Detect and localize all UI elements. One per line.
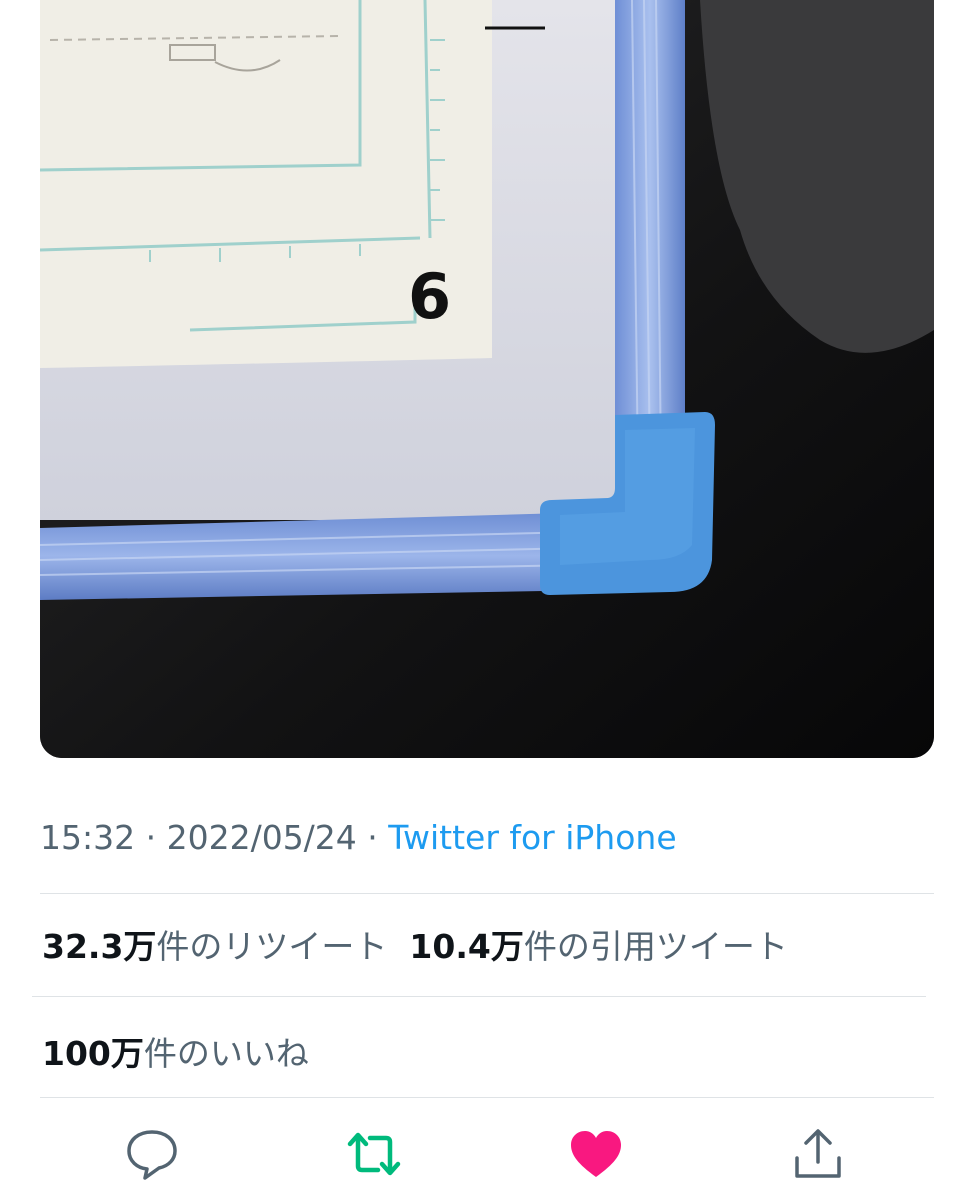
speech-bubble-icon bbox=[127, 1130, 177, 1180]
share-button[interactable] bbox=[788, 1124, 848, 1184]
tweet-source-link[interactable]: Twitter for iPhone bbox=[388, 818, 676, 857]
whiteboard-photo: 6 bbox=[40, 0, 934, 758]
divider bbox=[40, 1097, 934, 1098]
retweet-button[interactable] bbox=[344, 1124, 404, 1184]
likes-label: 件のいいね bbox=[143, 1034, 309, 1073]
quotes-label: 件の引用ツイート bbox=[523, 927, 788, 966]
share-upload-icon bbox=[795, 1129, 841, 1178]
retweet-arrows-icon bbox=[347, 1132, 401, 1176]
tweet-timestamp: 15:32 · 2022/05/24 · Twitter for iPhone bbox=[40, 818, 677, 857]
retweets-label: 件のリツイート bbox=[156, 927, 388, 966]
quotes-count-link[interactable]: 10.4万件の引用ツイート bbox=[409, 927, 787, 966]
separator: · bbox=[135, 818, 167, 857]
retweets-count-link[interactable]: 32.3万件のリツイート bbox=[42, 927, 387, 966]
tweet-date[interactable]: 2022/05/24 bbox=[167, 818, 357, 857]
divider bbox=[40, 893, 934, 894]
quotes-count: 10.4万 bbox=[409, 927, 524, 966]
heart-icon bbox=[571, 1131, 621, 1177]
likes-count-link[interactable]: 100万件のいいね bbox=[42, 1027, 309, 1075]
reply-button[interactable] bbox=[122, 1124, 182, 1184]
divider bbox=[32, 996, 926, 997]
separator: · bbox=[356, 818, 389, 857]
retweets-count: 32.3万 bbox=[42, 927, 157, 966]
likes-count: 100万 bbox=[42, 1034, 144, 1073]
engagement-stats: 32.3万件のリツイート 10.4万件の引用ツイート bbox=[42, 920, 788, 968]
tweet-photo[interactable]: 6 bbox=[40, 0, 934, 758]
board-number: 6 bbox=[408, 260, 451, 333]
tweet-time[interactable]: 15:32 bbox=[40, 818, 135, 857]
like-button[interactable] bbox=[566, 1124, 626, 1184]
